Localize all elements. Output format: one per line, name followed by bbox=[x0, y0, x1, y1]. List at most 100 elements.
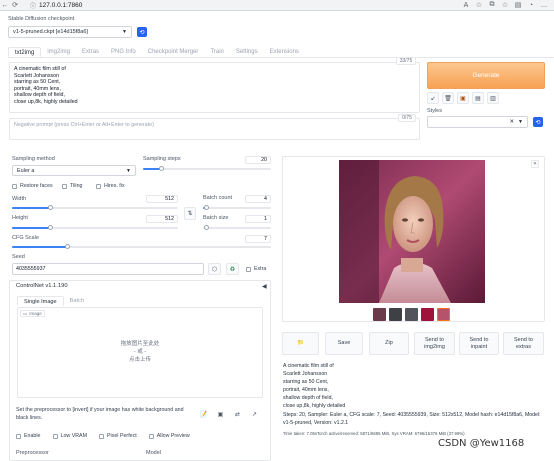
cfg-scale-input[interactable]: 7 bbox=[245, 235, 271, 243]
enable-option[interactable]: Enable bbox=[16, 433, 41, 439]
generate-button[interactable]: Generate bbox=[427, 62, 545, 89]
width-slider[interactable] bbox=[12, 207, 178, 209]
controlnet-tabs: Single Image Batch bbox=[17, 296, 90, 306]
apply-style-icon[interactable]: ▥ bbox=[487, 92, 499, 104]
batch-count-thumb[interactable] bbox=[204, 205, 209, 210]
batch-size-slider[interactable] bbox=[203, 227, 271, 229]
height-input[interactable]: 512 bbox=[146, 215, 178, 223]
hires-fix-checkbox[interactable] bbox=[96, 183, 101, 189]
dice-icon: ⬡ bbox=[211, 266, 218, 273]
star-icon[interactable]: ☆ bbox=[475, 1, 483, 9]
more-icon[interactable]: … bbox=[540, 2, 548, 9]
checkpoint-select[interactable]: v1-5-pruned.ckpt [e14d15f8a6] ▼ bbox=[8, 26, 132, 38]
collapse-caret-icon[interactable]: ◀ bbox=[262, 283, 267, 290]
low-vram-checkbox[interactable] bbox=[52, 433, 58, 439]
styles-select[interactable]: ✕ ▼ bbox=[427, 116, 528, 128]
extensions-icon[interactable]: ⧉ bbox=[488, 1, 496, 9]
tab-batch[interactable]: Batch bbox=[64, 296, 90, 306]
refresh-styles-button[interactable]: ⟲ bbox=[533, 117, 543, 127]
send-to-inpaint-button[interactable]: Send to inpaint bbox=[459, 332, 499, 355]
pixel-perfect-option[interactable]: Pixel Perfect bbox=[99, 433, 137, 439]
tab-extensions[interactable]: Extensions bbox=[264, 47, 305, 57]
checkpoint-value: v1-5-pruned.ckpt [e14d15f8a6] bbox=[13, 29, 88, 35]
refresh-checkpoint-button[interactable]: ⟲ bbox=[137, 27, 147, 37]
tab-txt2img[interactable]: txt2img bbox=[8, 47, 42, 57]
reload-icon[interactable]: ⟳ bbox=[10, 0, 20, 10]
tab-png-info[interactable]: PNG Info bbox=[105, 47, 142, 57]
thumbnail-5[interactable] bbox=[437, 308, 450, 321]
send-to-extras-button[interactable]: Send to extras bbox=[503, 332, 544, 355]
tiling-option[interactable]: Tiling bbox=[62, 183, 82, 189]
seed-input[interactable]: 4035555937 bbox=[12, 263, 204, 275]
tiling-checkbox[interactable] bbox=[62, 183, 67, 189]
sampling-steps-thumb[interactable] bbox=[159, 166, 164, 171]
height-thumb[interactable] bbox=[48, 225, 53, 230]
thumbnail-4[interactable] bbox=[421, 308, 434, 321]
tab-checkpoint-merger[interactable]: Checkpoint Merger bbox=[142, 47, 205, 57]
favorites-icon[interactable]: ☆ bbox=[501, 1, 509, 9]
random-seed-button[interactable]: ⬡ bbox=[208, 263, 221, 275]
hires-fix-option[interactable]: Hires. fix bbox=[96, 183, 125, 189]
translate-icon[interactable]: A bbox=[462, 2, 470, 9]
generated-image[interactable] bbox=[339, 160, 485, 303]
back-arrow-icon[interactable]: ← bbox=[0, 0, 10, 10]
read-params-icon[interactable]: ↙ bbox=[427, 92, 439, 104]
send-to-img2img-button[interactable]: Send to img2img bbox=[414, 332, 455, 355]
tab-single-image[interactable]: Single Image bbox=[17, 296, 64, 306]
sampling-method-select[interactable]: Euler a ▼ bbox=[12, 165, 136, 176]
note-icon[interactable]: 📝 bbox=[198, 409, 209, 420]
restore-faces-option[interactable]: Restore faces bbox=[12, 183, 53, 189]
enable-checkbox[interactable] bbox=[16, 433, 21, 439]
trash-icon[interactable]: 🗑 bbox=[442, 92, 454, 104]
batch-size-thumb[interactable] bbox=[204, 225, 209, 230]
chevron-down-icon: ▼ bbox=[518, 119, 523, 125]
tab-extras[interactable]: Extras bbox=[76, 47, 105, 57]
controlnet-title[interactable]: ControlNet v1.1.190 bbox=[16, 283, 68, 289]
tab-settings[interactable]: Settings bbox=[230, 47, 264, 57]
profile-icon[interactable]: ◔ bbox=[527, 2, 535, 9]
refresh-icon: ⟲ bbox=[139, 29, 145, 36]
zip-button[interactable]: Zip bbox=[369, 332, 409, 355]
thumbnail-1[interactable] bbox=[373, 308, 386, 321]
width-label: Width bbox=[12, 196, 27, 202]
address-bar[interactable]: ⓘ 127.0.0.1:7860 bbox=[26, 1, 462, 10]
open-folder-button[interactable]: 📁 bbox=[282, 332, 319, 355]
pixel-perfect-checkbox[interactable] bbox=[99, 433, 104, 439]
prompt-textarea[interactable]: A cinematic film still of Scarlett Johan… bbox=[9, 62, 420, 113]
camera-icon[interactable]: ▣ bbox=[215, 409, 226, 420]
tab-img2img[interactable]: img2img bbox=[41, 47, 76, 57]
generation-info-params: Steps: 20, Sampler: Euler a, CFG scale: … bbox=[283, 412, 541, 426]
allow-preview-checkbox[interactable] bbox=[148, 433, 154, 439]
batch-count-input[interactable]: 4 bbox=[245, 195, 271, 203]
allow-preview-option[interactable]: Allow Preview bbox=[148, 433, 190, 439]
sampling-method-label: Sampling method bbox=[12, 156, 55, 162]
restore-faces-checkbox[interactable] bbox=[12, 183, 17, 189]
save-style-icon[interactable]: ▤ bbox=[472, 92, 484, 104]
width-input[interactable]: 512 bbox=[146, 195, 178, 203]
negative-prompt-textarea[interactable]: Negative prompt (press Ctrl+Enter or Alt… bbox=[9, 118, 420, 140]
send-dimensions-icon[interactable]: ↗ bbox=[249, 409, 260, 420]
width-thumb[interactable] bbox=[48, 205, 53, 210]
low-vram-option[interactable]: Low VRAM bbox=[52, 433, 87, 439]
clear-icon[interactable]: ✕ bbox=[509, 119, 514, 125]
save-button[interactable]: Save bbox=[325, 332, 363, 355]
sampling-steps-input[interactable]: 20 bbox=[245, 156, 271, 164]
close-icon[interactable]: ✕ bbox=[531, 160, 539, 168]
extra-seed-option[interactable]: Extra bbox=[246, 266, 266, 272]
prompt-tools: ↙ 🗑 ▣ ▤ ▥ bbox=[427, 92, 499, 104]
thumbnail-3[interactable] bbox=[405, 308, 418, 321]
extra-seed-checkbox[interactable] bbox=[246, 266, 251, 272]
tab-train[interactable]: Train bbox=[204, 47, 229, 57]
reuse-seed-button[interactable]: ♻ bbox=[226, 263, 239, 275]
cfg-scale-slider[interactable] bbox=[12, 246, 271, 248]
swap-dimensions-button[interactable]: ⇅ bbox=[184, 207, 196, 220]
extra-networks-icon[interactable]: ▣ bbox=[457, 92, 469, 104]
batch-count-slider[interactable] bbox=[203, 207, 271, 209]
cfg-scale-thumb[interactable] bbox=[65, 244, 70, 249]
thumbnail-2[interactable] bbox=[389, 308, 402, 321]
swap-arrows-icon[interactable]: ⇄ bbox=[232, 409, 243, 420]
batch-size-input[interactable]: 1 bbox=[245, 215, 271, 223]
drop-line-2: - 或 - bbox=[133, 349, 147, 355]
height-slider[interactable] bbox=[12, 227, 178, 229]
collections-icon[interactable]: ▤ bbox=[514, 1, 522, 9]
